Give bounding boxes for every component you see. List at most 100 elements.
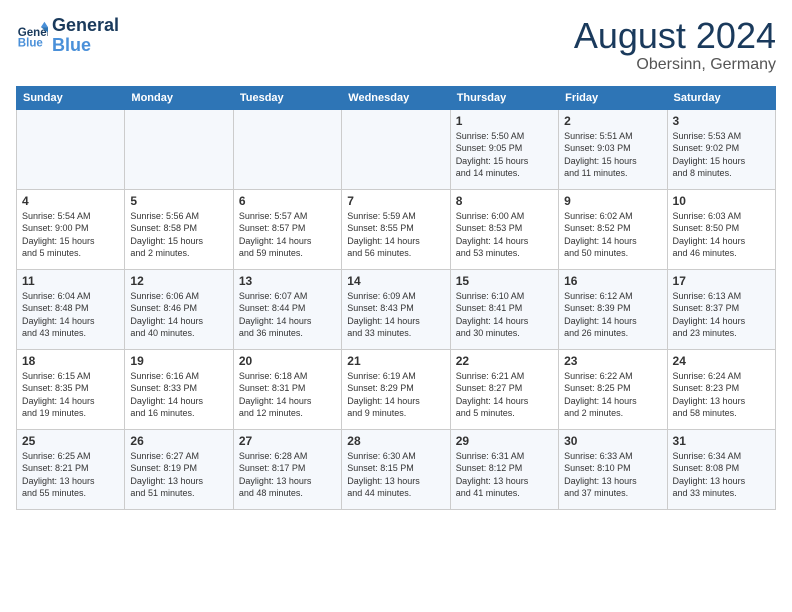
day-number: 26 <box>130 434 227 448</box>
day-number: 5 <box>130 194 227 208</box>
page-header: General Blue General Blue August 2024 Ob… <box>16 16 776 74</box>
calendar-header-row: Sunday Monday Tuesday Wednesday Thursday… <box>17 86 776 109</box>
calendar-cell: 9Sunrise: 6:02 AMSunset: 8:52 PMDaylight… <box>559 189 667 269</box>
day-number: 2 <box>564 114 661 128</box>
day-info: Sunrise: 6:03 AMSunset: 8:50 PMDaylight:… <box>673 210 770 260</box>
calendar-cell: 30 Sunrise: 6:33 AMSunset: 8:10 PMDayligh… <box>559 429 667 509</box>
calendar-cell: 12Sunrise: 6:06 AMSunset: 8:46 PMDayligh… <box>125 269 233 349</box>
calendar-cell: 28 Sunrise: 6:30 AMSunset: 8:15 PMDayligh… <box>342 429 450 509</box>
day-info: Sunrise: 6:13 AMSunset: 8:37 PMDaylight:… <box>673 290 770 340</box>
day-info: Sunrise: 5:51 AMSunset: 9:03 PMDaylight:… <box>564 130 661 180</box>
calendar-cell: 13 Sunrise: 6:07 AMSunset: 8:44 PMDayligh… <box>233 269 341 349</box>
day-number: 23 <box>564 354 661 368</box>
calendar-cell: 15 Sunrise: 6:10 AMSunset: 8:41 PMDayligh… <box>450 269 558 349</box>
calendar-cell: 6 Sunrise: 5:57 AMSunset: 8:57 PMDaylight… <box>233 189 341 269</box>
day-info: Sunrise: 6:07 AMSunset: 8:44 PMDaylight:… <box>239 290 336 340</box>
day-number: 25 <box>22 434 119 448</box>
day-number: 16 <box>564 274 661 288</box>
day-info: Sunrise: 6:31 AMSunset: 8:12 PMDaylight:… <box>456 450 553 500</box>
day-info: Sunrise: 6:21 AMSunset: 8:27 PMDaylight:… <box>456 370 553 420</box>
calendar-cell: 21 Sunrise: 6:19 AMSunset: 8:29 PMDayligh… <box>342 349 450 429</box>
calendar-cell: 4Sunrise: 5:54 AMSunset: 9:00 PMDaylight… <box>17 189 125 269</box>
day-number: 13 <box>239 274 336 288</box>
day-number: 27 <box>239 434 336 448</box>
calendar-cell <box>342 109 450 189</box>
day-info: Sunrise: 6:10 AMSunset: 8:41 PMDaylight:… <box>456 290 553 340</box>
calendar-cell: 31Sunrise: 6:34 AMSunset: 8:08 PMDayligh… <box>667 429 775 509</box>
day-number: 3 <box>673 114 770 128</box>
calendar-cell: 5Sunrise: 5:56 AMSunset: 8:58 PMDaylight… <box>125 189 233 269</box>
week-row-2: 4Sunrise: 5:54 AMSunset: 9:00 PMDaylight… <box>17 189 776 269</box>
calendar-cell: 22 Sunrise: 6:21 AMSunset: 8:27 PMDayligh… <box>450 349 558 429</box>
header-thursday: Thursday <box>450 86 558 109</box>
calendar-cell: 24Sunrise: 6:24 AMSunset: 8:23 PMDayligh… <box>667 349 775 429</box>
day-info: Sunrise: 6:28 AMSunset: 8:17 PMDaylight:… <box>239 450 336 500</box>
calendar-cell: 25 Sunrise: 6:25 AMSunset: 8:21 PMDayligh… <box>17 429 125 509</box>
day-info: Sunrise: 6:30 AMSunset: 8:15 PMDaylight:… <box>347 450 444 500</box>
header-friday: Friday <box>559 86 667 109</box>
day-number: 10 <box>673 194 770 208</box>
svg-text:Blue: Blue <box>18 37 44 49</box>
header-saturday: Saturday <box>667 86 775 109</box>
week-row-4: 18 Sunrise: 6:15 AMSunset: 8:35 PMDayligh… <box>17 349 776 429</box>
logo-icon: General Blue <box>16 20 48 52</box>
day-info: Sunrise: 6:19 AMSunset: 8:29 PMDaylight:… <box>347 370 444 420</box>
day-number: 22 <box>456 354 553 368</box>
day-number: 6 <box>239 194 336 208</box>
day-info: Sunrise: 6:18 AMSunset: 8:31 PMDaylight:… <box>239 370 336 420</box>
header-sunday: Sunday <box>17 86 125 109</box>
calendar-cell: 18 Sunrise: 6:15 AMSunset: 8:35 PMDayligh… <box>17 349 125 429</box>
calendar-cell: 11Sunrise: 6:04 AMSunset: 8:48 PMDayligh… <box>17 269 125 349</box>
day-info: Sunrise: 6:34 AMSunset: 8:08 PMDaylight:… <box>673 450 770 500</box>
day-info: Sunrise: 6:15 AMSunset: 8:35 PMDaylight:… <box>22 370 119 420</box>
day-number: 11 <box>22 274 119 288</box>
calendar-cell: 8 Sunrise: 6:00 AMSunset: 8:53 PMDaylight… <box>450 189 558 269</box>
day-number: 21 <box>347 354 444 368</box>
day-number: 28 <box>347 434 444 448</box>
day-info: Sunrise: 6:22 AMSunset: 8:25 PMDaylight:… <box>564 370 661 420</box>
day-info: Sunrise: 6:33 AMSunset: 8:10 PMDaylight:… <box>564 450 661 500</box>
logo-text-line2: Blue <box>52 36 119 56</box>
calendar-cell: 1Sunrise: 5:50 AMSunset: 9:05 PMDaylight… <box>450 109 558 189</box>
day-info: Sunrise: 6:25 AMSunset: 8:21 PMDaylight:… <box>22 450 119 500</box>
calendar-cell: 16 Sunrise: 6:12 AMSunset: 8:39 PMDayligh… <box>559 269 667 349</box>
header-wednesday: Wednesday <box>342 86 450 109</box>
day-info: Sunrise: 6:27 AMSunset: 8:19 PMDaylight:… <box>130 450 227 500</box>
day-number: 1 <box>456 114 553 128</box>
day-number: 19 <box>130 354 227 368</box>
day-info: Sunrise: 6:00 AMSunset: 8:53 PMDaylight:… <box>456 210 553 260</box>
week-row-5: 25 Sunrise: 6:25 AMSunset: 8:21 PMDayligh… <box>17 429 776 509</box>
calendar-cell: 23 Sunrise: 6:22 AMSunset: 8:25 PMDayligh… <box>559 349 667 429</box>
day-info: Sunrise: 6:09 AMSunset: 8:43 PMDaylight:… <box>347 290 444 340</box>
day-number: 14 <box>347 274 444 288</box>
week-row-3: 11Sunrise: 6:04 AMSunset: 8:48 PMDayligh… <box>17 269 776 349</box>
day-number: 18 <box>22 354 119 368</box>
day-number: 15 <box>456 274 553 288</box>
calendar-cell <box>17 109 125 189</box>
logo: General Blue General Blue <box>16 16 119 56</box>
header-monday: Monday <box>125 86 233 109</box>
week-row-1: 1Sunrise: 5:50 AMSunset: 9:05 PMDaylight… <box>17 109 776 189</box>
calendar-cell: 27 Sunrise: 6:28 AMSunset: 8:17 PMDayligh… <box>233 429 341 509</box>
day-number: 20 <box>239 354 336 368</box>
day-number: 24 <box>673 354 770 368</box>
day-info: Sunrise: 6:16 AMSunset: 8:33 PMDaylight:… <box>130 370 227 420</box>
calendar-cell: 17 Sunrise: 6:13 AMSunset: 8:37 PMDayligh… <box>667 269 775 349</box>
day-number: 29 <box>456 434 553 448</box>
header-tuesday: Tuesday <box>233 86 341 109</box>
day-number: 17 <box>673 274 770 288</box>
calendar-cell <box>125 109 233 189</box>
day-number: 7 <box>347 194 444 208</box>
day-number: 8 <box>456 194 553 208</box>
month-year-title: August 2024 <box>574 16 776 56</box>
calendar-cell: 2 Sunrise: 5:51 AMSunset: 9:03 PMDaylight… <box>559 109 667 189</box>
day-number: 30 <box>564 434 661 448</box>
day-info: Sunrise: 6:02 AMSunset: 8:52 PMDaylight:… <box>564 210 661 260</box>
day-info: Sunrise: 5:59 AMSunset: 8:55 PMDaylight:… <box>347 210 444 260</box>
day-info: Sunrise: 5:57 AMSunset: 8:57 PMDaylight:… <box>239 210 336 260</box>
day-info: Sunrise: 5:54 AMSunset: 9:00 PMDaylight:… <box>22 210 119 260</box>
calendar-cell: 7 Sunrise: 5:59 AMSunset: 8:55 PMDaylight… <box>342 189 450 269</box>
day-info: Sunrise: 6:12 AMSunset: 8:39 PMDaylight:… <box>564 290 661 340</box>
location-subtitle: Obersinn, Germany <box>574 56 776 74</box>
logo-text-line1: General <box>52 16 119 36</box>
